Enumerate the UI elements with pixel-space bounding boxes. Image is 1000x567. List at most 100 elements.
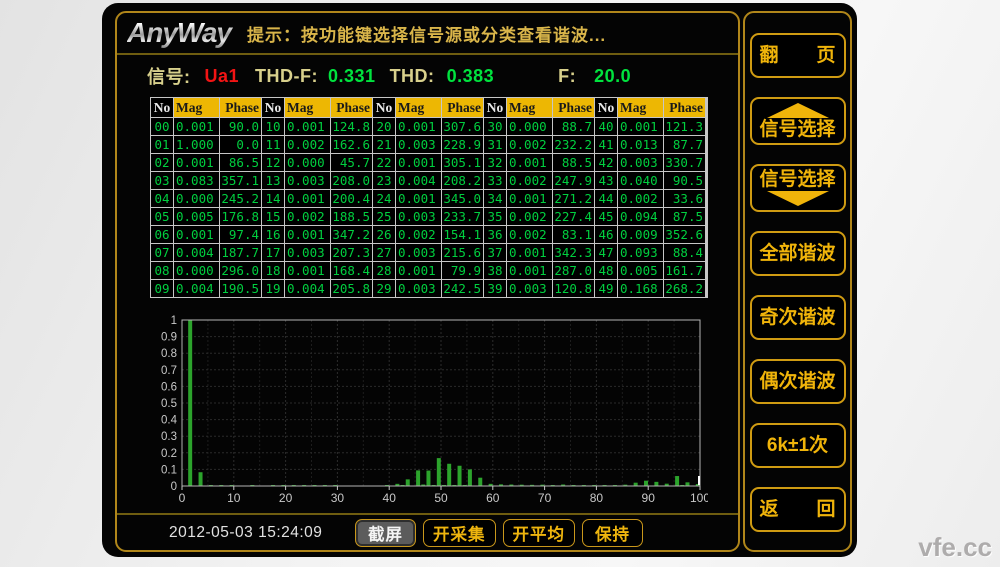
watermark: vfe.cc: [918, 532, 992, 563]
signal-select-down-button[interactable]: 信号选择: [750, 164, 846, 212]
table-cell-no: 05: [151, 208, 173, 225]
col-header-no: No: [595, 98, 617, 117]
col-header-no: No: [484, 98, 506, 117]
table-cell-mag: 0.003: [285, 172, 330, 189]
table-cell-mag: 0.002: [285, 208, 330, 225]
table-cell-no: 23: [373, 172, 395, 189]
table-cell-phase: 342.3: [553, 244, 594, 261]
table-cell-phase: 215.6: [442, 244, 483, 261]
table-cell-phase: 296.0: [220, 262, 261, 279]
screenshot-button[interactable]: 截屏: [355, 519, 416, 547]
table-cell-mag: 0.000: [174, 190, 219, 207]
table-cell-phase: 208.0: [331, 172, 372, 189]
table-cell-no: 26: [373, 226, 395, 243]
table-cell-mag: 0.083: [174, 172, 219, 189]
six-k-plus-minus-one-button-label: 6k±1次: [767, 436, 828, 456]
col-header-phase: Phase: [664, 98, 705, 117]
table-cell-phase: 124.8: [331, 118, 372, 135]
table-cell-no: 38: [484, 262, 506, 279]
svg-text:10: 10: [227, 491, 241, 505]
svg-text:60: 60: [486, 491, 500, 505]
table-cell-phase: 176.8: [220, 208, 261, 225]
table-cell-mag: 0.001: [396, 118, 441, 135]
col-header-mag: Mag: [507, 98, 552, 117]
col-header-phase: Phase: [331, 98, 372, 117]
col-header-mag: Mag: [174, 98, 219, 117]
table-cell-mag: 0.002: [618, 190, 663, 207]
hold-button[interactable]: 保持: [582, 519, 643, 547]
six-k-plus-minus-one-button[interactable]: 6k±1次: [750, 423, 846, 468]
col-header-no: No: [262, 98, 284, 117]
arrow-down-icon: [767, 191, 829, 206]
table-cell-mag: 0.001: [396, 154, 441, 171]
table-cell-mag: 0.001: [285, 190, 330, 207]
bottom-buttons: 截屏开采集开平均保持: [355, 519, 643, 547]
table-cell-no: 27: [373, 244, 395, 261]
table-cell-no: 07: [151, 244, 173, 261]
table-cell-no: 06: [151, 226, 173, 243]
frequency-label: F:: [558, 66, 576, 87]
table-cell-phase: 245.2: [220, 190, 261, 207]
signal-select-up-button[interactable]: 信号选择: [750, 97, 846, 145]
svg-text:0.7: 0.7: [161, 365, 177, 377]
table-cell-no: 03: [151, 172, 173, 189]
table-cell-no: 19: [262, 280, 284, 297]
table-cell-no: 32: [484, 154, 506, 171]
table-cell-no: 14: [262, 190, 284, 207]
table-cell-mag: 0.005: [174, 208, 219, 225]
svg-text:0.6: 0.6: [161, 381, 177, 393]
table-cell-phase: 330.7: [664, 154, 705, 171]
table-cell-no: 43: [595, 172, 617, 189]
table-cell-no: 42: [595, 154, 617, 171]
arrow-up-icon: [767, 103, 829, 118]
col-header-phase: Phase: [553, 98, 594, 117]
flip-page-button-label: 翻 页: [759, 46, 835, 66]
svg-text:0.2: 0.2: [161, 448, 177, 460]
table-cell-phase: 208.2: [442, 172, 483, 189]
signal-select-up-button-label: 信号选择: [759, 120, 835, 140]
table-cell-phase: 287.0: [553, 262, 594, 279]
start-sampling-button[interactable]: 开采集: [423, 519, 496, 547]
table-cell-mag: 0.094: [618, 208, 663, 225]
table-cell-mag: 0.001: [174, 154, 219, 171]
signal-summary-row: 信号: Ua1 THD-F: 0.331 THD: 0.383 F: 20.0: [117, 57, 738, 95]
table-cell-mag: 0.001: [507, 190, 552, 207]
svg-text:50: 50: [434, 491, 448, 505]
svg-text:0.3: 0.3: [161, 431, 177, 443]
hint-text: 提示：按功能键选择信号源或分类查看谐波...: [247, 21, 606, 46]
table-cell-mag: 0.003: [618, 154, 663, 171]
function-key-panel: 翻 页信号选择信号选择全部谐波奇次谐波偶次谐波6k±1次返 回: [743, 11, 852, 552]
table-cell-mag: 0.003: [396, 280, 441, 297]
table-cell-no: 16: [262, 226, 284, 243]
svg-text:0.1: 0.1: [161, 464, 177, 476]
svg-text:70: 70: [538, 491, 552, 505]
table-cell-phase: 352.6: [664, 226, 705, 243]
table-cell-no: 49: [595, 280, 617, 297]
table-cell-mag: 0.003: [285, 244, 330, 261]
harmonic-table: NoMagPhaseNoMagPhaseNoMagPhaseNoMagPhase…: [150, 97, 708, 298]
all-harmonics-button[interactable]: 全部谐波: [750, 231, 846, 276]
table-cell-mag: 0.001: [174, 226, 219, 243]
flip-page-button[interactable]: 翻 页: [750, 33, 846, 78]
table-cell-phase: 45.7: [331, 154, 372, 171]
table-cell-mag: 0.001: [507, 262, 552, 279]
table-cell-phase: 87.5: [664, 208, 705, 225]
table-cell-mag: 0.093: [618, 244, 663, 261]
table-cell-phase: 247.9: [553, 172, 594, 189]
table-cell-no: 10: [262, 118, 284, 135]
odd-harmonics-button[interactable]: 奇次谐波: [750, 295, 846, 340]
table-cell-mag: 0.004: [396, 172, 441, 189]
return-button[interactable]: 返 回: [750, 487, 846, 532]
svg-text:90: 90: [642, 491, 656, 505]
table-cell-phase: 79.9: [442, 262, 483, 279]
table-cell-mag: 0.001: [507, 244, 552, 261]
even-harmonics-button[interactable]: 偶次谐波: [750, 359, 846, 404]
table-cell-phase: 87.7: [664, 136, 705, 153]
instrument-screen: AnyWay 提示：按功能键选择信号源或分类查看谐波... 信号: Ua1 TH…: [102, 3, 857, 557]
return-button-label: 返 回: [759, 500, 835, 520]
start-averaging-button[interactable]: 开平均: [503, 519, 576, 547]
table-cell-mag: 0.002: [285, 136, 330, 153]
table-cell-phase: 345.0: [442, 190, 483, 207]
thd-label: THD:: [390, 66, 435, 87]
bottom-bar: 2012-05-03 15:24:09 截屏开采集开平均保持: [117, 513, 738, 550]
